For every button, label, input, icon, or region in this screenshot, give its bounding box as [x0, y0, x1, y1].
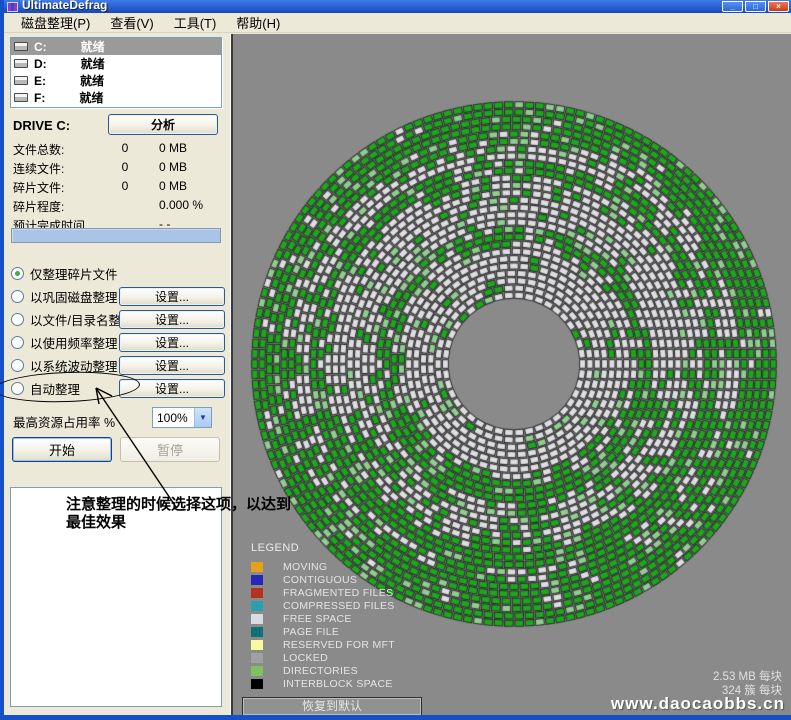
drive-name: E: — [34, 74, 46, 88]
drive-icon — [14, 59, 28, 68]
settings-button[interactable]: 设置... — [119, 287, 225, 306]
control-panel: C: 就绪 D: 就绪 E: 就绪 F: 就绪 DRIVE C: 分析 文件总数… — [4, 34, 230, 715]
option-by-filename: 以文件/目录名整理 设置... — [11, 309, 223, 329]
option-fragmented-only: 仅整理碎片文件 — [11, 263, 223, 283]
locked-swatch-icon — [251, 653, 263, 663]
stat-fragmentation-level: 碎片程度: 0.000 % — [13, 198, 221, 215]
method-radio[interactable] — [11, 290, 24, 303]
resource-usage-label: 最高资源占用率 % — [13, 412, 115, 431]
pause-button: 暂停 — [120, 437, 220, 462]
legend-item-interblock: INTERBLOCK SPACE — [251, 677, 395, 690]
drive-row-d[interactable]: D: 就绪 — [11, 55, 221, 72]
option-by-volatility: 以系统波动整理 设置... — [11, 355, 223, 375]
option-auto: 自动整理 设置... — [11, 378, 223, 398]
drive-name: D: — [34, 57, 47, 71]
method-radio[interactable] — [11, 359, 24, 372]
contiguous-swatch-icon — [251, 575, 263, 585]
drive-status: 就绪 — [81, 55, 105, 72]
start-button[interactable]: 开始 — [12, 437, 112, 462]
settings-button[interactable]: 设置... — [119, 356, 225, 375]
resource-usage-dropdown[interactable]: 100% ▼ — [152, 407, 212, 428]
legend-item-contiguous: CONTIGUOUS — [251, 573, 395, 586]
legend-item-locked: LOCKED — [251, 651, 395, 664]
stat-fragmented-files: 碎片文件: 0 0 MB — [13, 179, 221, 196]
file-listbox[interactable] — [10, 487, 222, 707]
analyze-button[interactable]: 分析 — [108, 114, 218, 135]
interblock-swatch-icon — [251, 679, 263, 689]
method-radio[interactable] — [11, 313, 24, 326]
drive-status: 就绪 — [80, 72, 104, 89]
disk-map-panel: LEGEND MOVING CONTIGUOUS FRAGMENTED FILE… — [233, 34, 791, 715]
selected-drive-title: DRIVE C: — [13, 118, 70, 133]
drive-icon — [14, 76, 28, 85]
drive-row-e[interactable]: E: 就绪 — [11, 72, 221, 89]
page-file-swatch-icon — [251, 627, 263, 637]
close-button[interactable]: × — [768, 1, 789, 12]
mft-swatch-icon — [251, 640, 263, 650]
method-radio[interactable] — [11, 336, 24, 349]
menu-bar: 磁盘整理(P) 查看(V) 工具(T) 帮助(H) — [4, 13, 791, 33]
settings-button[interactable]: 设置... — [119, 333, 225, 352]
drive-list: C: 就绪 D: 就绪 E: 就绪 F: 就绪 — [10, 37, 222, 108]
drive-status: 就绪 — [81, 38, 105, 55]
legend-item-moving: MOVING — [251, 560, 395, 573]
drive-status: 就绪 — [79, 89, 103, 106]
moving-swatch-icon — [251, 562, 263, 572]
stat-contiguous-files: 连续文件: 0 0 MB — [13, 160, 221, 177]
drive-name: C: — [34, 40, 47, 54]
legend: LEGEND MOVING CONTIGUOUS FRAGMENTED FILE… — [251, 542, 395, 690]
progress-bar — [11, 228, 221, 243]
option-by-frequency: 以使用频率整理 设置... — [11, 332, 223, 352]
dropdown-value: 100% — [153, 411, 194, 425]
method-radio[interactable] — [11, 267, 24, 280]
legend-title: LEGEND — [251, 542, 395, 554]
chevron-down-icon[interactable]: ▼ — [194, 408, 211, 427]
legend-item-compressed: COMPRESSED FILES — [251, 599, 395, 612]
menu-view[interactable]: 查看(V) — [101, 11, 162, 34]
menu-tools[interactable]: 工具(T) — [165, 11, 226, 34]
drive-icon — [14, 42, 28, 51]
drive-icon — [14, 93, 28, 102]
menu-help[interactable]: 帮助(H) — [227, 11, 289, 34]
free-space-swatch-icon — [251, 614, 263, 624]
stat-total-files: 文件总数: 0 0 MB — [13, 141, 221, 158]
drive-row-f[interactable]: F: 就绪 — [11, 89, 221, 106]
drive-name: F: — [34, 91, 45, 105]
watermark: www.daocaobbs.cn — [611, 694, 785, 714]
legend-item-page-file: PAGE FILE — [251, 625, 395, 638]
legend-item-directories: DIRECTORIES — [251, 664, 395, 677]
legend-item-free-space: FREE SPACE — [251, 612, 395, 625]
menu-disk-defrag[interactable]: 磁盘整理(P) — [12, 11, 99, 34]
restore-default-button[interactable]: 恢复到默认 — [242, 697, 422, 715]
method-radio[interactable] — [11, 382, 24, 395]
settings-button[interactable]: 设置... — [119, 310, 225, 329]
maximize-button[interactable]: □ — [745, 1, 766, 12]
directories-swatch-icon — [251, 666, 263, 676]
drive-row-c[interactable]: C: 就绪 — [11, 38, 221, 55]
fragmented-swatch-icon — [251, 588, 263, 598]
legend-item-mft: RESERVED FOR MFT — [251, 638, 395, 651]
app-window: UltimateDefrag _ □ × 磁盘整理(P) 查看(V) 工具(T)… — [0, 0, 791, 720]
legend-item-fragmented: FRAGMENTED FILES — [251, 586, 395, 599]
settings-button[interactable]: 设置... — [119, 379, 225, 398]
compressed-swatch-icon — [251, 601, 263, 611]
minimize-button[interactable]: _ — [722, 1, 743, 12]
option-consolidate: 以巩固磁盘整理 设置... — [11, 286, 223, 306]
